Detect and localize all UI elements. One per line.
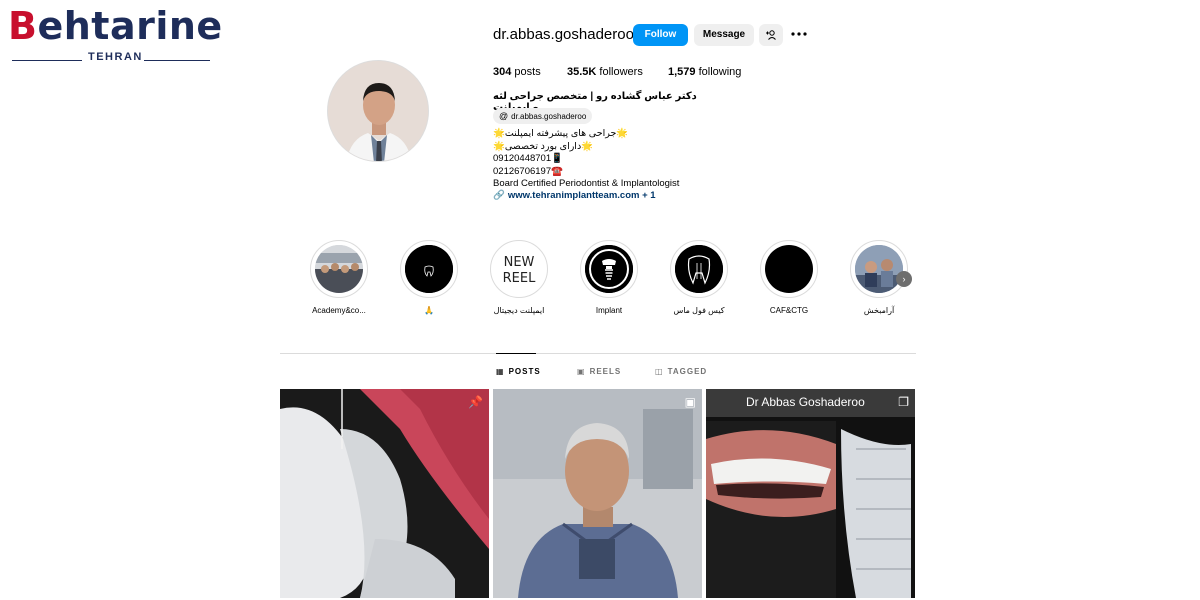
threads-badge[interactable]: @ dr.abbas.goshaderoo bbox=[493, 108, 593, 124]
chevron-right-icon: › bbox=[902, 274, 906, 284]
followers-count[interactable]: 35.5K followers bbox=[567, 66, 643, 78]
highlight-digital-implant[interactable]: NEW REEL bbox=[490, 240, 548, 298]
watermark-rule-right bbox=[144, 60, 210, 61]
tab-reels[interactable]: ▣ REELS bbox=[577, 367, 621, 376]
more-options-button[interactable] bbox=[790, 26, 808, 44]
follow-button[interactable]: Follow bbox=[633, 24, 688, 46]
message-button[interactable]: Message bbox=[694, 24, 754, 46]
tabs-divider bbox=[280, 353, 916, 354]
profile-username: dr.abbas.goshaderoo bbox=[493, 26, 634, 43]
reels-icon: ▣ bbox=[577, 367, 586, 376]
highlight-sedation[interactable] bbox=[850, 240, 908, 298]
highlights-next-button[interactable]: › bbox=[896, 271, 912, 287]
bio-line: 🌟جراحی های پیشرفته ایمپلنت🌟 bbox=[493, 128, 629, 139]
highlight-label: Implant bbox=[595, 306, 623, 315]
post-thumbnail[interactable]: Dr Abbas Goshaderoo ❐ bbox=[706, 389, 915, 598]
highlight-implant[interactable] bbox=[580, 240, 638, 298]
following-count[interactable]: 1,579 following bbox=[668, 66, 741, 78]
bio-line: Board Certified Periodontist & Implantol… bbox=[493, 178, 680, 189]
highlight-label: کیس فول ماس bbox=[673, 306, 725, 315]
tab-tagged[interactable]: ◫ TAGGED bbox=[655, 367, 707, 376]
highlight-tooth[interactable] bbox=[400, 240, 458, 298]
carousel-icon: ❐ bbox=[898, 395, 909, 409]
add-user-icon bbox=[766, 30, 776, 40]
watermark-rule-left bbox=[12, 60, 82, 61]
grid-icon: ▦ bbox=[496, 367, 505, 376]
link-icon: 🔗 bbox=[493, 190, 505, 201]
highlight-full-mouth[interactable] bbox=[670, 240, 728, 298]
profile-avatar[interactable] bbox=[327, 60, 429, 162]
more-dots-icon bbox=[791, 32, 807, 36]
highlight-academy[interactable] bbox=[310, 240, 368, 298]
highlight-label: 🙏 bbox=[424, 306, 434, 315]
active-tab-indicator bbox=[496, 353, 536, 354]
watermark-wordmark: Behtarine bbox=[8, 4, 223, 48]
tab-posts[interactable]: ▦ POSTS bbox=[496, 367, 541, 376]
watermark-logo: Behtarine TEHRAN bbox=[8, 6, 222, 63]
highlight-caf-ctg[interactable] bbox=[760, 240, 818, 298]
suggested-users-button[interactable] bbox=[759, 24, 783, 46]
highlight-label: آرامبخش bbox=[863, 306, 895, 315]
highlight-label: ایمپلنت دیجیتال bbox=[493, 306, 545, 315]
bio-line: 🌟دارای بورد تخصصی🌟 bbox=[493, 141, 594, 152]
pin-icon: 📌 bbox=[468, 395, 483, 409]
posts-count: 304 posts bbox=[493, 66, 541, 78]
highlight-label: CAF&CTG bbox=[769, 306, 809, 315]
tagged-icon: ◫ bbox=[655, 367, 664, 376]
svg-text:NEW: NEW bbox=[504, 255, 535, 270]
threads-icon: @ bbox=[499, 111, 509, 121]
bio-phone-office: 02126706197☎️ bbox=[493, 166, 563, 177]
reel-icon: ▣ bbox=[684, 395, 696, 409]
bio-link[interactable]: 🔗 www.tehranimplantteam.com + 1 bbox=[493, 190, 656, 201]
post-thumbnail[interactable]: ▣ bbox=[493, 389, 702, 598]
svg-text:REEL: REEL bbox=[503, 271, 536, 286]
watermark-subtitle: TEHRAN bbox=[88, 51, 143, 63]
post-caption-overlay: Dr Abbas Goshaderoo bbox=[746, 395, 865, 409]
bio-phone-mobile: 09120448701📱 bbox=[493, 153, 563, 164]
post-thumbnail[interactable]: 📌 bbox=[280, 389, 489, 598]
highlight-label: Academy&co... bbox=[312, 306, 366, 315]
